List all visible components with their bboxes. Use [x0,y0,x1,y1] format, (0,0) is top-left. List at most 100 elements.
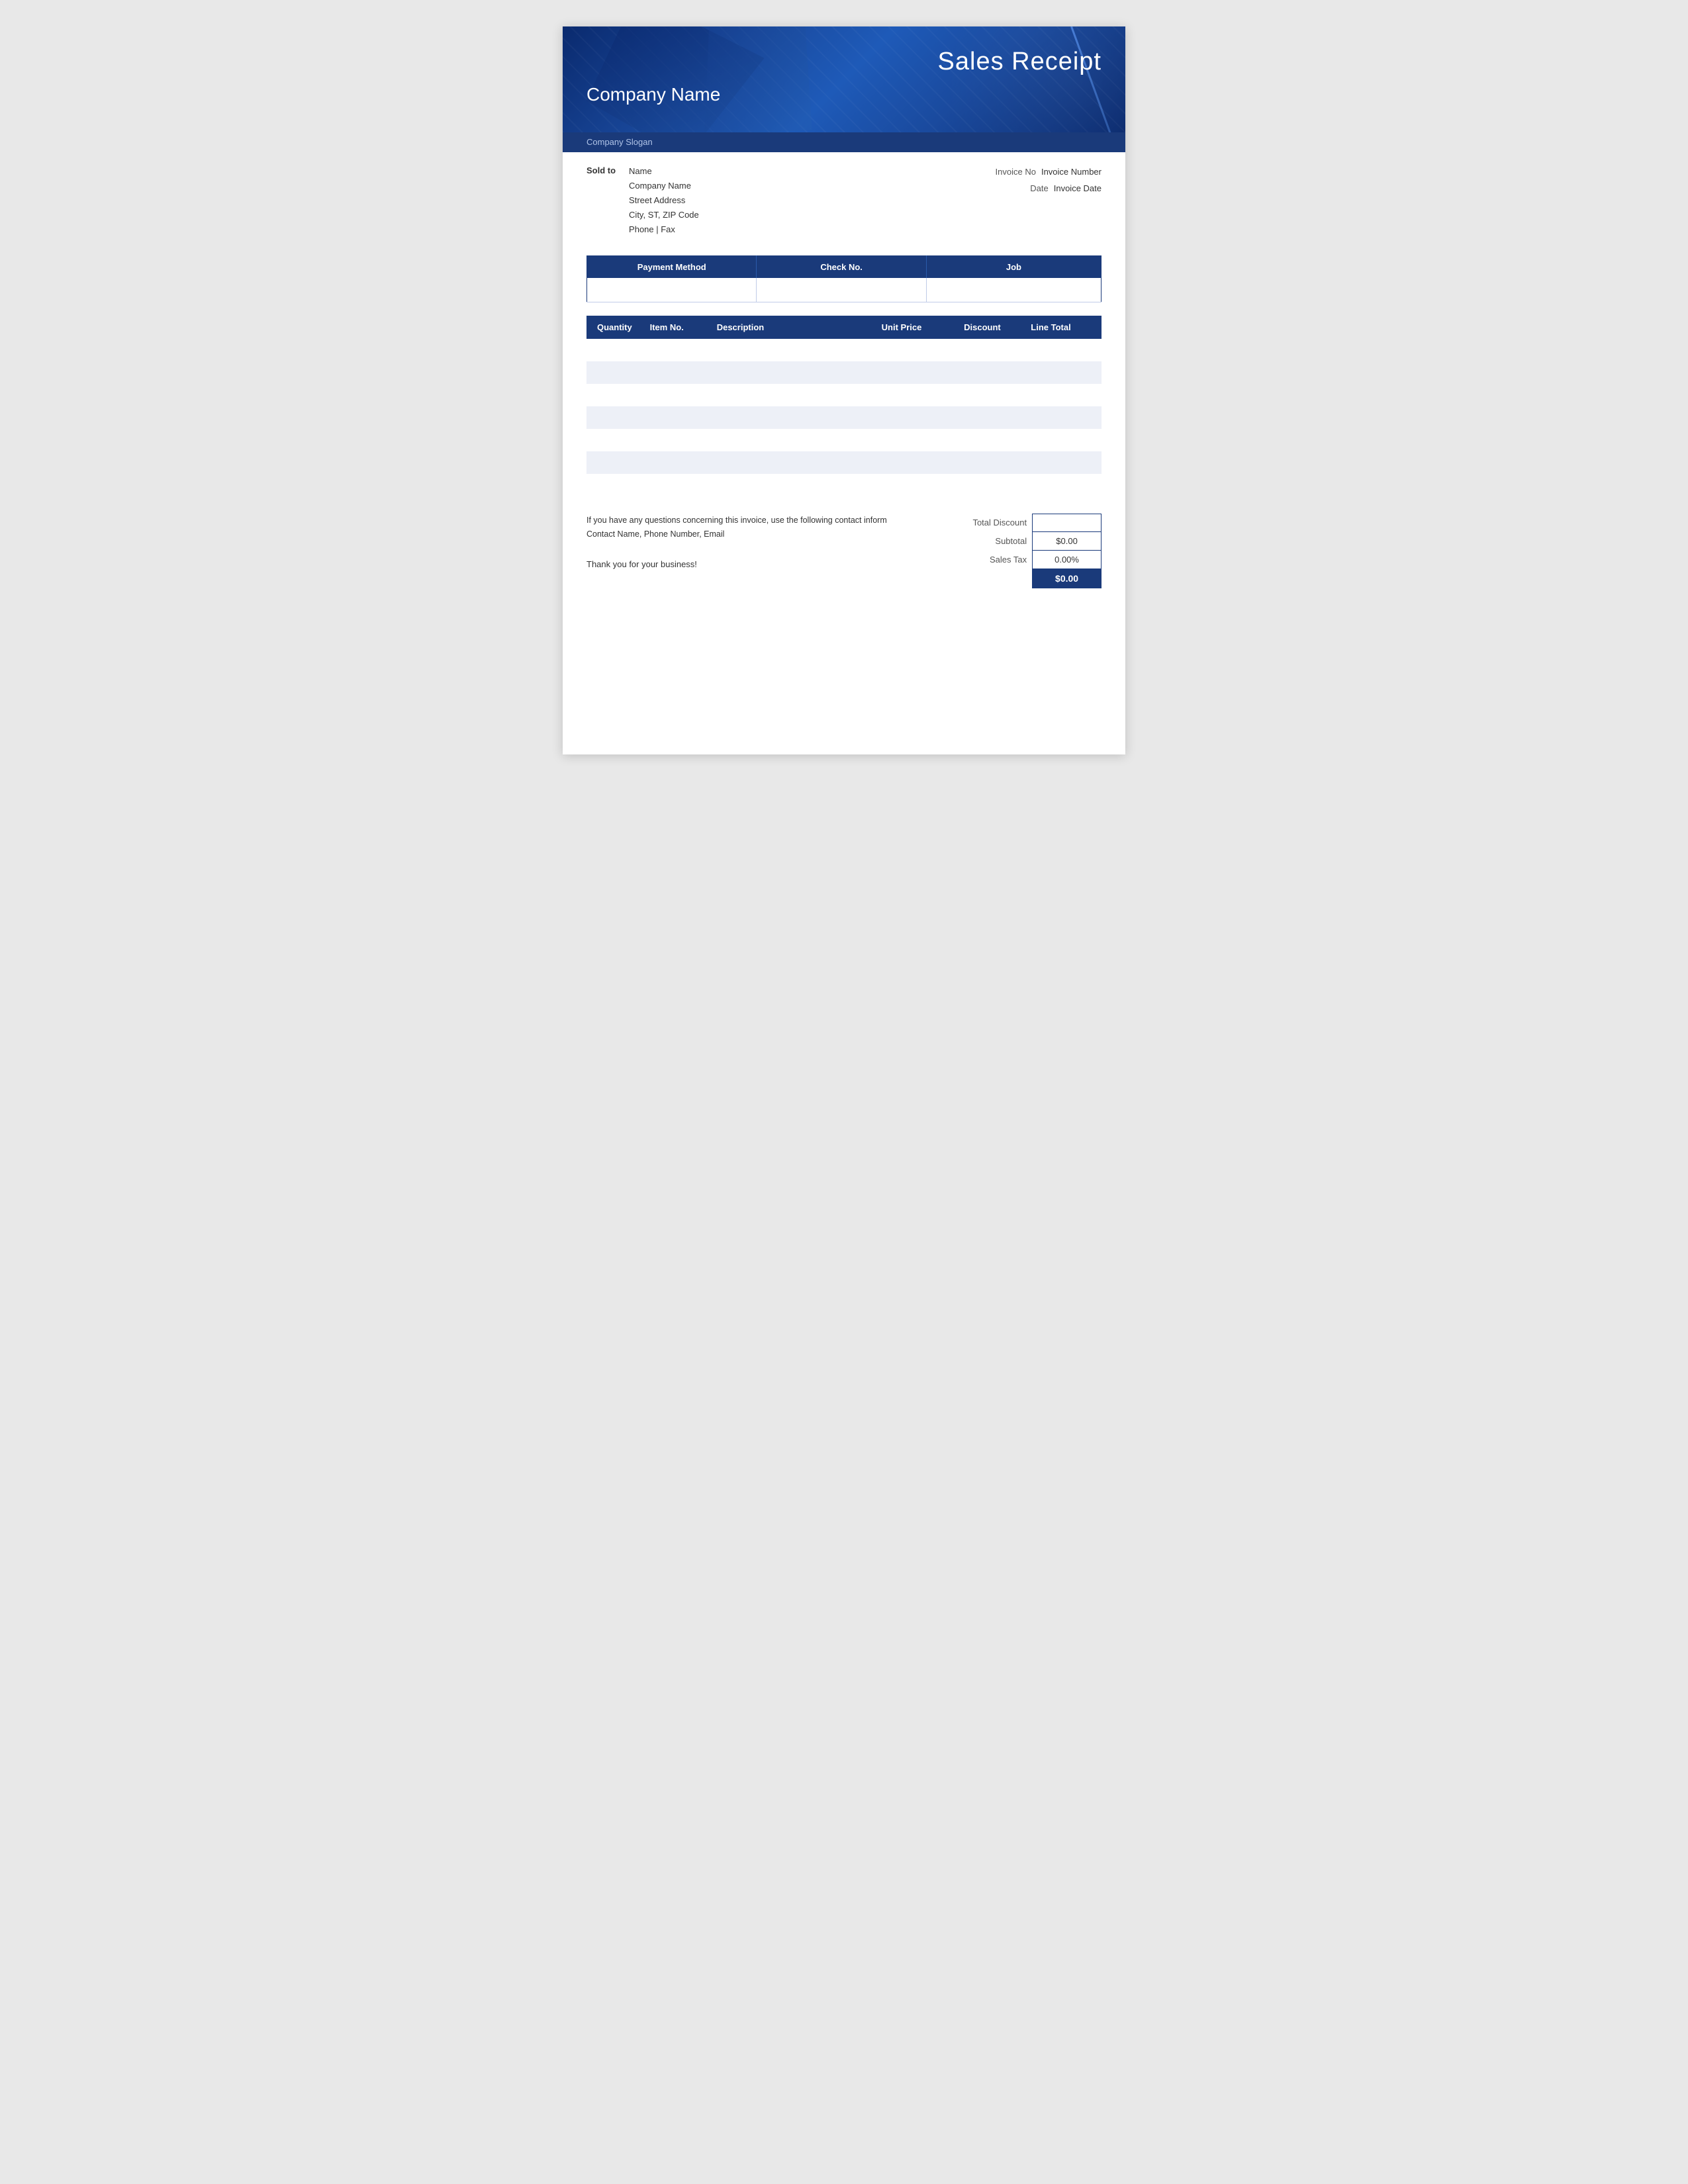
table-cell [1024,361,1102,384]
notes-line2: Contact Name, Phone Number, Email [586,527,943,541]
table-cell [586,339,643,361]
table-row [586,384,1102,406]
qty-header: Quantity [586,316,643,339]
table-cell [710,451,875,474]
sold-name: Name [629,164,699,179]
table-row [586,339,1102,361]
table-cell [875,339,957,361]
table-cell [643,429,710,451]
notes-area: If you have any questions concerning thi… [586,508,943,572]
sold-to-label: Sold to [586,164,616,237]
table-cell [957,429,1024,451]
totals-block: Total Discount Subtotal $0.00 Sales Tax … [956,508,1102,588]
sales-receipt-page: Sales Receipt Company Name Company Sloga… [563,26,1125,754]
table-row [586,474,1102,496]
table-cell [957,406,1024,429]
check-no-cell [757,278,926,302]
invoice-date-row: Date Invoice Date [996,181,1102,197]
table-cell [875,406,957,429]
table-cell [957,451,1024,474]
table-cell [643,339,710,361]
payment-method-cell [587,278,757,302]
payment-method-header: Payment Method [587,256,757,279]
total-discount-value [1033,514,1102,531]
table-cell [710,339,875,361]
sales-tax-label: Sales Tax [956,550,1033,569]
payment-table: Payment Method Check No. Job [586,255,1102,302]
table-cell [643,451,710,474]
company-slogan: Company Slogan [586,137,653,147]
unit-price-header: Unit Price [875,316,957,339]
table-cell [957,384,1024,406]
sold-phone: Phone | Fax [629,222,699,237]
totals-area: If you have any questions concerning thi… [586,508,1102,588]
table-row [586,451,1102,474]
invoice-date-label: Date [1030,181,1048,197]
table-row [586,361,1102,384]
table-cell [957,339,1024,361]
table-cell [710,406,875,429]
items-section: Quantity Item No. Description Unit Price… [586,316,1102,496]
sold-to-block: Sold to Name Company Name Street Address… [586,164,699,237]
sales-tax-row: Sales Tax 0.00% [956,550,1102,569]
table-row [586,406,1102,429]
company-name-heading: Company Name [586,84,1102,105]
totals-table: Total Discount Subtotal $0.00 Sales Tax … [956,514,1102,588]
table-cell [1024,429,1102,451]
job-cell [926,278,1101,302]
subtotal-label: Subtotal [956,531,1033,550]
invoice-no-value: Invoice Number [1041,164,1102,181]
sold-street: Street Address [629,193,699,208]
table-cell [643,361,710,384]
total-row: Total $0.00 [956,569,1102,588]
invoice-no-row: Invoice No Invoice Number [996,164,1102,181]
job-header: Job [926,256,1101,279]
header: Sales Receipt Company Name [563,26,1125,132]
invoice-info-block: Invoice No Invoice Number Date Invoice D… [996,164,1102,237]
table-cell [643,384,710,406]
table-cell [1024,406,1102,429]
discount-header: Discount [957,316,1024,339]
total-discount-label: Total Discount [956,514,1033,531]
table-cell [586,429,643,451]
table-cell [710,361,875,384]
table-cell [586,406,643,429]
table-cell [1024,474,1102,496]
table-cell [710,429,875,451]
check-no-header: Check No. [757,256,926,279]
slogan-bar: Company Slogan [563,132,1125,152]
table-row [586,429,1102,451]
table-cell [586,474,643,496]
table-cell [957,361,1024,384]
description-header: Description [710,316,875,339]
table-cell [710,384,875,406]
notes-line1: If you have any questions concerning thi… [586,514,943,527]
invoice-date-value: Invoice Date [1054,181,1102,197]
item-no-header: Item No. [643,316,710,339]
payment-method-section: Payment Method Check No. Job [586,255,1102,302]
total-value: $0.00 [1033,569,1102,588]
table-cell [1024,384,1102,406]
table-cell [643,474,710,496]
sold-city: City, ST, ZIP Code [629,208,699,222]
total-discount-row: Total Discount [956,514,1102,531]
table-cell [710,474,875,496]
header-shapes [563,26,1125,132]
thank-you-text: Thank you for your business! [586,557,943,572]
receipt-title: Sales Receipt [586,48,1102,76]
sold-to-details: Name Company Name Street Address City, S… [629,164,699,237]
table-cell [875,361,957,384]
table-cell [875,384,957,406]
hex-pattern [861,26,1125,132]
subtotal-row: Subtotal $0.00 [956,531,1102,550]
table-cell [643,406,710,429]
line-total-header: Line Total [1024,316,1102,339]
table-cell [875,429,957,451]
table-cell [1024,451,1102,474]
table-cell [586,361,643,384]
subtotal-value: $0.00 [1033,531,1102,550]
sold-company: Company Name [629,179,699,193]
table-cell [875,474,957,496]
sales-tax-value: 0.00% [1033,550,1102,569]
table-cell [875,451,957,474]
